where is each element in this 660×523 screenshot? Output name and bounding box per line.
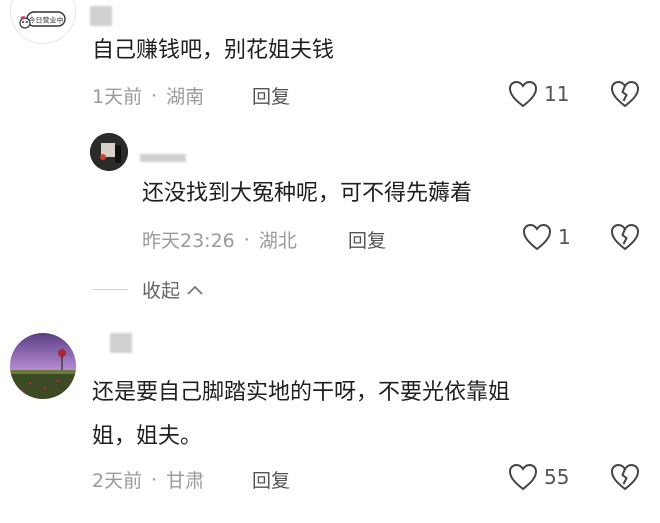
svg-text:今日营业中: 今日营业中 — [29, 16, 64, 25]
comment-time: 2天前 — [92, 470, 143, 492]
reply-button[interactable]: 回复 — [252, 82, 290, 109]
like-count: 11 — [544, 82, 570, 106]
broken-heart-icon — [610, 80, 640, 108]
comment-time: 昨天23:26 — [142, 230, 235, 252]
comment-text: 还是要自己脚踏实地的干呀，不要光依靠姐 — [92, 380, 511, 405]
comment-text: 还没找到大冤种呢，可不得先薅着 — [142, 181, 473, 206]
separator-dot: · — [151, 84, 158, 107]
collapse-label: 收起 — [142, 280, 181, 302]
comment-location: 湖南 — [166, 86, 205, 108]
like-count: 1 — [558, 225, 571, 249]
landscape-avatar-icon — [10, 333, 76, 399]
comment-meta: 昨天23:26 · 湖北 — [142, 226, 297, 253]
dislike-button[interactable] — [610, 223, 640, 255]
user-avatar[interactable] — [90, 133, 128, 171]
comment-time: 1天前 — [92, 86, 143, 108]
separator-dot: · — [151, 468, 158, 491]
dislike-button[interactable] — [610, 463, 640, 495]
reply-button[interactable]: 回复 — [252, 466, 290, 493]
broken-heart-icon — [610, 223, 640, 251]
collapse-replies-button[interactable]: 收起 — [92, 276, 204, 303]
like-button[interactable]: 55 — [508, 463, 569, 491]
comment-text: 自己赚钱吧，别花姐夫钱 — [92, 38, 335, 63]
username-blurred[interactable] — [110, 333, 132, 353]
username-blurred[interactable] — [140, 154, 186, 162]
comment-location: 湖北 — [258, 230, 297, 252]
comment-meta: 1天前 · 湖南 — [92, 82, 204, 109]
chevron-up-icon — [187, 285, 203, 295]
heart-outline-icon — [522, 223, 552, 251]
photo-avatar-icon — [90, 133, 128, 171]
like-button[interactable]: 11 — [508, 80, 569, 108]
heart-outline-icon — [508, 80, 538, 108]
separator-dot: · — [243, 228, 250, 251]
reply-button[interactable]: 回复 — [348, 226, 386, 253]
broken-heart-icon — [610, 463, 640, 491]
comment-location: 甘肃 — [166, 470, 205, 492]
sticker-avatar-icon: 今日营业中 — [11, 0, 75, 43]
heart-outline-icon — [508, 463, 538, 491]
username-blurred[interactable] — [90, 6, 112, 26]
dislike-button[interactable] — [610, 80, 640, 112]
like-button[interactable]: 1 — [522, 223, 571, 251]
user-avatar[interactable]: 今日营业中 — [10, 0, 76, 44]
divider-line — [92, 289, 128, 290]
user-avatar[interactable] — [10, 333, 76, 399]
comment-text-continued: 姐，姐夫。 — [92, 424, 203, 449]
like-count: 55 — [544, 465, 570, 489]
comment-meta: 2天前 · 甘肃 — [92, 466, 204, 493]
